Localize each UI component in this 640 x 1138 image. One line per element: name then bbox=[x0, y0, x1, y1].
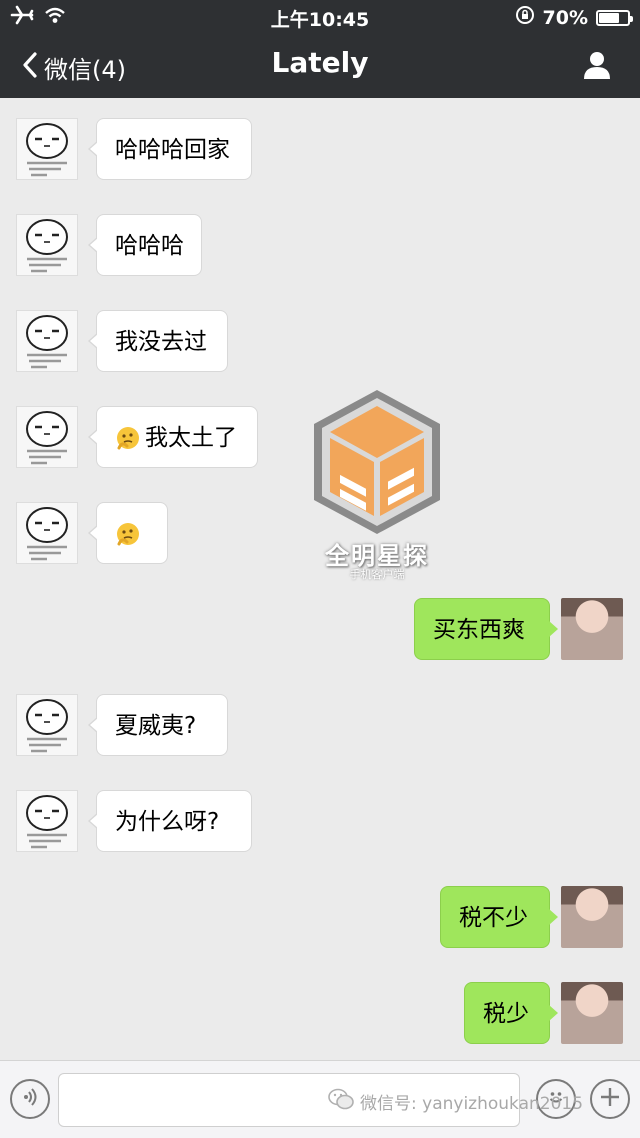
back-button[interactable]: 微信(4) bbox=[22, 50, 126, 85]
message-text: 哈哈哈回家 bbox=[115, 137, 230, 163]
contact-avatar[interactable] bbox=[16, 694, 78, 756]
message-text: 为什么呀? bbox=[115, 809, 220, 835]
outgoing-message-bubble[interactable]: 税不少 bbox=[440, 886, 558, 948]
back-label: 微信(4) bbox=[44, 56, 126, 84]
message-row: 买东西爽 bbox=[0, 598, 640, 660]
emoji-button[interactable] bbox=[536, 1079, 576, 1119]
message-text: 买东西爽 bbox=[433, 617, 525, 643]
incoming-message-bubble[interactable]: 哈哈哈回家 bbox=[88, 118, 252, 180]
thinking-emoji-icon bbox=[117, 426, 139, 449]
voice-button[interactable] bbox=[10, 1079, 50, 1119]
message-text: 哈哈哈 bbox=[115, 233, 184, 259]
message-row: 税少 bbox=[0, 982, 640, 1044]
incoming-message-bubble[interactable]: 我太土了 bbox=[88, 406, 258, 468]
meme-face-icon bbox=[26, 315, 68, 369]
incoming-message-bubble[interactable]: 夏威夷? bbox=[88, 694, 228, 756]
message-row: 税不少 bbox=[0, 886, 640, 948]
thinking-emoji-icon bbox=[117, 522, 139, 545]
battery-icon bbox=[596, 9, 633, 26]
incoming-message-bubble[interactable] bbox=[88, 502, 168, 564]
message-text: 我太土了 bbox=[145, 425, 237, 451]
message-text: 税少 bbox=[483, 1001, 529, 1027]
contact-avatar[interactable] bbox=[16, 118, 78, 180]
outgoing-message-bubble[interactable]: 税少 bbox=[464, 982, 558, 1044]
battery-percent: 70% bbox=[542, 6, 588, 29]
contact-avatar[interactable] bbox=[16, 502, 78, 564]
contact-avatar[interactable] bbox=[16, 790, 78, 852]
message-row: 夏威夷? bbox=[0, 694, 640, 756]
message-row: 我没去过 bbox=[0, 310, 640, 372]
smiley-icon bbox=[544, 1085, 568, 1113]
message-input[interactable] bbox=[58, 1073, 520, 1127]
meme-face-icon bbox=[26, 699, 68, 753]
status-right: 70% bbox=[515, 5, 633, 30]
contact-avatar[interactable] bbox=[16, 310, 78, 372]
person-icon bbox=[582, 52, 612, 84]
nav-bar: 微信(4) Lately bbox=[0, 32, 640, 98]
message-row bbox=[0, 502, 640, 564]
watermark-sub: 手机客户端 bbox=[349, 568, 405, 581]
voice-icon bbox=[20, 1087, 40, 1111]
incoming-message-bubble[interactable]: 我没去过 bbox=[88, 310, 228, 372]
message-text: 夏威夷? bbox=[115, 713, 197, 739]
message-text: 税不少 bbox=[459, 905, 528, 931]
incoming-message-bubble[interactable]: 哈哈哈 bbox=[88, 214, 202, 276]
meme-face-icon bbox=[26, 219, 68, 273]
contact-avatar[interactable] bbox=[16, 406, 78, 468]
top-bar: 上午10:45 70% 微信(4) Lately bbox=[0, 0, 640, 98]
message-row: 我太土了 bbox=[0, 406, 640, 468]
message-row: 哈哈哈 bbox=[0, 214, 640, 276]
message-row: 哈哈哈回家 bbox=[0, 118, 640, 180]
message-text: 我没去过 bbox=[115, 329, 207, 355]
message-row: 为什么呀? bbox=[0, 790, 640, 852]
input-bar bbox=[0, 1060, 640, 1138]
profile-button[interactable] bbox=[582, 50, 612, 84]
self-avatar[interactable] bbox=[561, 598, 623, 660]
meme-face-icon bbox=[26, 507, 68, 561]
plus-icon bbox=[599, 1086, 621, 1112]
outgoing-message-bubble[interactable]: 买东西爽 bbox=[414, 598, 558, 660]
incoming-message-bubble[interactable]: 为什么呀? bbox=[88, 790, 252, 852]
self-avatar[interactable] bbox=[561, 982, 623, 1044]
chevron-left-icon bbox=[22, 51, 38, 85]
meme-face-icon bbox=[26, 123, 68, 177]
contact-avatar[interactable] bbox=[16, 214, 78, 276]
self-avatar[interactable] bbox=[561, 886, 623, 948]
status-bar: 上午10:45 70% bbox=[0, 0, 640, 32]
meme-face-icon bbox=[26, 795, 68, 849]
meme-face-icon bbox=[26, 411, 68, 465]
rotation-lock-icon bbox=[515, 5, 535, 30]
plus-button[interactable] bbox=[590, 1079, 630, 1119]
battery-fill bbox=[599, 12, 619, 23]
